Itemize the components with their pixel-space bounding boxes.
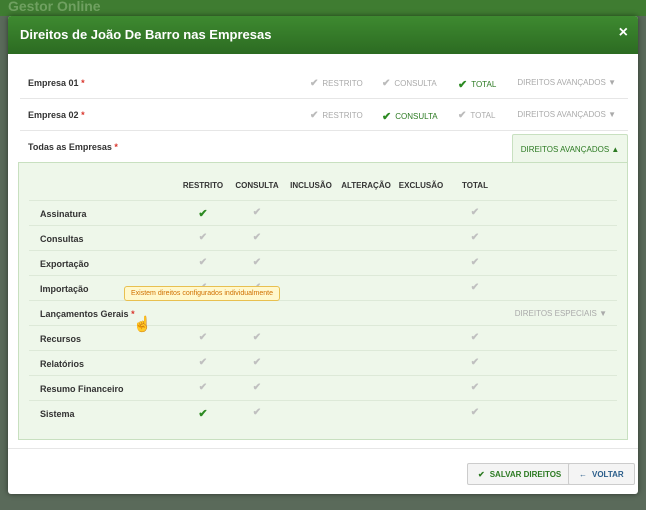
company-name: Empresa 01 * — [28, 78, 85, 88]
permission-total-option[interactable]: ✔ TOTAL — [458, 110, 495, 121]
tooltip: Existem direitos configurados individual… — [124, 286, 281, 301]
table-row: Recursos ✔ ✔ ✔ — [29, 325, 617, 351]
restrito-check-icon[interactable]: ✔ — [173, 382, 233, 393]
total-check-icon[interactable]: ✔ — [445, 207, 505, 218]
total-check-icon[interactable]: ✔ — [445, 357, 505, 368]
table-header: RESTRITO CONSULTA INCLUSÃO ALTERAÇÃO EXCLUSÃ… — [19, 181, 627, 195]
advanced-rights-toggle[interactable]: DIREITOS AVANÇADOS ▼ — [517, 110, 616, 119]
row-label: Consultas — [40, 234, 84, 244]
back-button[interactable]: ← VOLTAR — [568, 463, 635, 485]
table-row: Relatórios ✔ ✔ ✔ — [29, 350, 617, 376]
total-check-icon[interactable]: ✔ — [445, 407, 505, 418]
row-label: Assinatura — [40, 209, 87, 219]
permission-label: RESTRITO — [322, 111, 363, 120]
check-icon: ✔ — [310, 110, 319, 121]
consulta-check-icon[interactable]: ✔ — [227, 332, 287, 343]
restrito-check-icon[interactable]: ✔ — [173, 232, 233, 243]
column-header: CONSULTA — [235, 181, 279, 190]
total-check-icon[interactable]: ✔ — [445, 382, 505, 393]
table-row: Sistema ✔ ✔ ✔ — [29, 400, 617, 426]
row-label: Importação — [40, 284, 89, 294]
modal-footer: ✔ SALVAR DIREITOS ← VOLTAR — [8, 448, 638, 494]
advanced-rights-panel: RESTRITO CONSULTA INCLUSÃO ALTERAÇÃO EXCLUSÃ… — [18, 162, 628, 440]
check-icon: ✔ — [310, 78, 319, 89]
row-label: Sistema — [40, 409, 75, 419]
table-row: Importação✔✔✔ — [29, 275, 617, 301]
total-check-icon[interactable]: ✔ — [445, 257, 505, 268]
check-icon: ✔ — [458, 79, 468, 91]
permission-label: RESTRITO — [322, 79, 363, 88]
check-icon: ✔ — [458, 110, 467, 121]
table-row: Assinatura ✔ ✔ ✔ — [29, 200, 617, 226]
permission-restrito-option[interactable]: ✔ RESTRITO — [310, 110, 363, 121]
restrito-check-icon[interactable]: ✔ — [173, 332, 233, 343]
permission-label: CONSULTA — [394, 79, 437, 88]
row-label: Lançamentos Gerais * — [40, 309, 135, 319]
consulta-check-icon[interactable]: ✔ — [227, 257, 287, 268]
company-name: Empresa 02 * — [28, 110, 85, 120]
row-label: Relatórios — [40, 359, 85, 369]
column-header: EXCLUSÃO — [398, 181, 444, 190]
consulta-check-icon[interactable]: ✔ — [227, 207, 287, 218]
row-label: Recursos — [40, 334, 82, 344]
save-rights-button[interactable]: ✔ SALVAR DIREITOS — [467, 463, 573, 485]
restrito-check-icon[interactable]: ✔ — [173, 357, 233, 368]
hand-pointer-icon: ☝ — [133, 316, 152, 333]
row-label: Resumo Financeiro — [40, 384, 124, 394]
restrito-check-icon[interactable]: ✔ — [173, 207, 233, 220]
permission-restrito-option[interactable]: ✔ RESTRITO — [310, 78, 363, 89]
company-row: Empresa 02 * ✔ RESTRITO ✔ CONSULTA ✔ TOTAL DIRE… — [20, 98, 628, 131]
special-rights-toggle[interactable]: DIREITOS ESPECIAIS ▼ — [515, 309, 607, 318]
consulta-check-icon[interactable]: ✔ — [227, 232, 287, 243]
rights-modal: Direitos de João De Barro nas Empresas ×… — [8, 16, 638, 494]
table-row: Exportação ✔ ✔ ✔ — [29, 250, 617, 276]
permission-label: CONSULTA — [395, 112, 438, 121]
restrito-check-icon[interactable]: ✔ — [173, 407, 233, 420]
consulta-check-icon[interactable]: ✔ — [227, 407, 287, 418]
table-row: Lançamentos Gerais * DIREITOS ESPECIAIS ▼ — [29, 300, 617, 326]
advanced-rights-toggle[interactable]: DIREITOS AVANÇADOS ▲ — [512, 134, 628, 165]
permission-consulta-option[interactable]: ✔ CONSULTA — [382, 78, 437, 89]
all-companies-row: Todas as Empresas * DIREITOS AVANÇADOS ▲ — [20, 130, 628, 165]
permission-total-option[interactable]: ✔ TOTAL — [458, 78, 496, 91]
permission-label: TOTAL — [471, 80, 497, 89]
company-row: Empresa 01 * ✔ RESTRITO ✔ CONSULTA ✔ TOTAL DIRE… — [20, 66, 628, 99]
column-header: ALTERAÇÃO — [341, 181, 391, 190]
column-header: RESTRITO — [182, 181, 224, 190]
permission-label: TOTAL — [470, 111, 496, 120]
save-rights-label: SALVAR DIREITOS — [489, 469, 562, 479]
consulta-check-icon[interactable]: ✔ — [227, 357, 287, 368]
close-icon[interactable]: × — [619, 24, 628, 42]
modal-title: Direitos de João De Barro nas Empresas — [20, 27, 272, 42]
total-check-icon[interactable]: ✔ — [445, 232, 505, 243]
check-icon: ✔ — [382, 78, 391, 89]
table-row: Consultas ✔ ✔ ✔ — [29, 225, 617, 251]
check-icon: ✔ — [478, 469, 485, 479]
modal-header: Direitos de João De Barro nas Empresas × — [8, 16, 638, 54]
consulta-check-icon[interactable]: ✔ — [227, 382, 287, 393]
check-icon: ✔ — [382, 111, 392, 123]
advanced-rights-toggle[interactable]: DIREITOS AVANÇADOS ▼ — [517, 78, 616, 87]
column-header: INCLUSÃO — [290, 181, 332, 190]
background-app-title: Gestor Online — [8, 0, 101, 14]
row-label: Exportação — [40, 259, 90, 269]
arrow-left-icon: ← — [579, 469, 587, 479]
all-companies-label: Todas as Empresas * — [28, 142, 118, 152]
background-app-header: Gestor Online — [0, 0, 646, 16]
total-check-icon[interactable]: ✔ — [445, 282, 505, 293]
table-row: Resumo Financeiro ✔ ✔ ✔ — [29, 375, 617, 401]
total-check-icon[interactable]: ✔ — [445, 332, 505, 343]
back-label: VOLTAR — [592, 469, 624, 479]
column-header: TOTAL — [462, 181, 488, 190]
permission-consulta-option[interactable]: ✔ CONSULTA — [382, 110, 438, 123]
restrito-check-icon[interactable]: ✔ — [173, 257, 233, 268]
